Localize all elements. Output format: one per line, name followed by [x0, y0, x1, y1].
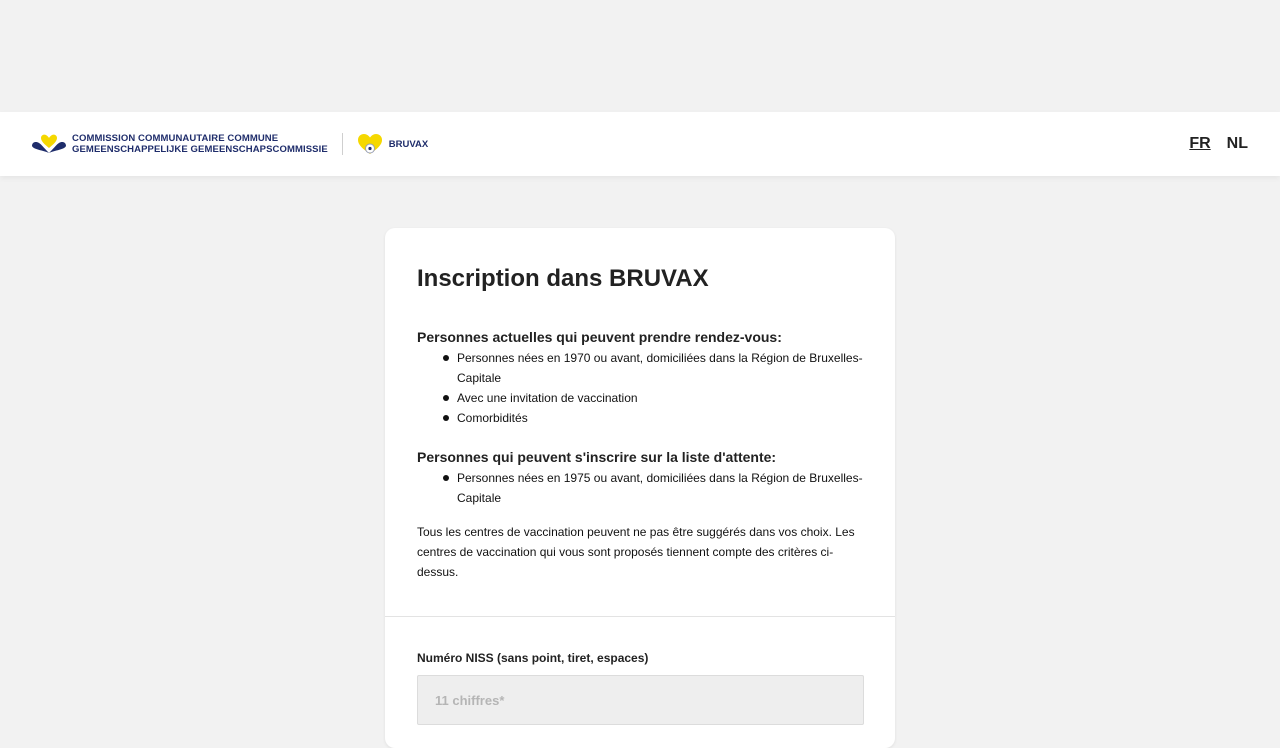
waitlist-heading: Personnes qui peuvent s'inscrire sur la … — [417, 449, 777, 465]
org-name-nl: GEMEENSCHAPPELIJKE GEMEENSCHAPSCOMMISSIE — [72, 144, 328, 155]
waitlist-list: Personnes nées en 1975 ou avant, domicil… — [417, 468, 863, 508]
ccc-logo[interactable]: COMMISSION COMMUNAUTAIRE COMMUNE GEMEENS… — [32, 133, 328, 155]
eligibility-section: Inscription dans BRUVAX Personnes actuel… — [385, 228, 895, 616]
niss-label: Numéro NISS (sans point, tiret, espaces) — [417, 651, 649, 665]
lang-nl-link[interactable]: NL — [1227, 135, 1248, 153]
lang-fr-link[interactable]: FR — [1189, 135, 1210, 153]
list-item: Avec une invitation de vaccination — [443, 388, 863, 408]
app-name: BRUVAX — [388, 138, 429, 150]
site-header: COMMISSION COMMUNAUTAIRE COMMUNE GEMEENS… — [0, 112, 1280, 176]
hearts-logo-icon — [32, 134, 66, 153]
language-switch: FR NL — [1189, 135, 1248, 153]
niss-form: Numéro NISS (sans point, tiret, espaces) — [385, 617, 895, 725]
bruvax-heart-icon — [357, 134, 382, 154]
org-name-fr: COMMISSION COMMUNAUTAIRE COMMUNE — [72, 133, 279, 144]
page-title: Inscription dans BRUVAX — [417, 265, 709, 292]
bruvax-logo[interactable]: BRUVAX — [357, 133, 428, 155]
list-item: Personnes nées en 1975 ou avant, domicil… — [443, 468, 863, 508]
eligible-heading: Personnes actuelles qui peuvent prendre … — [417, 329, 782, 345]
eligible-list: Personnes nées en 1970 ou avant, domicil… — [417, 348, 863, 428]
niss-input[interactable] — [417, 675, 864, 725]
list-item: Personnes nées en 1970 ou avant, domicil… — [443, 348, 863, 388]
top-band — [0, 0, 1280, 112]
brand[interactable]: COMMISSION COMMUNAUTAIRE COMMUNE GEMEENS… — [32, 133, 428, 155]
vaccination-centers-note: Tous les centres de vaccination peuvent … — [417, 525, 855, 579]
brand-divider — [341, 133, 343, 155]
list-item: Comorbidités — [443, 408, 863, 428]
registration-card: Inscription dans BRUVAX Personnes actuel… — [385, 228, 895, 748]
